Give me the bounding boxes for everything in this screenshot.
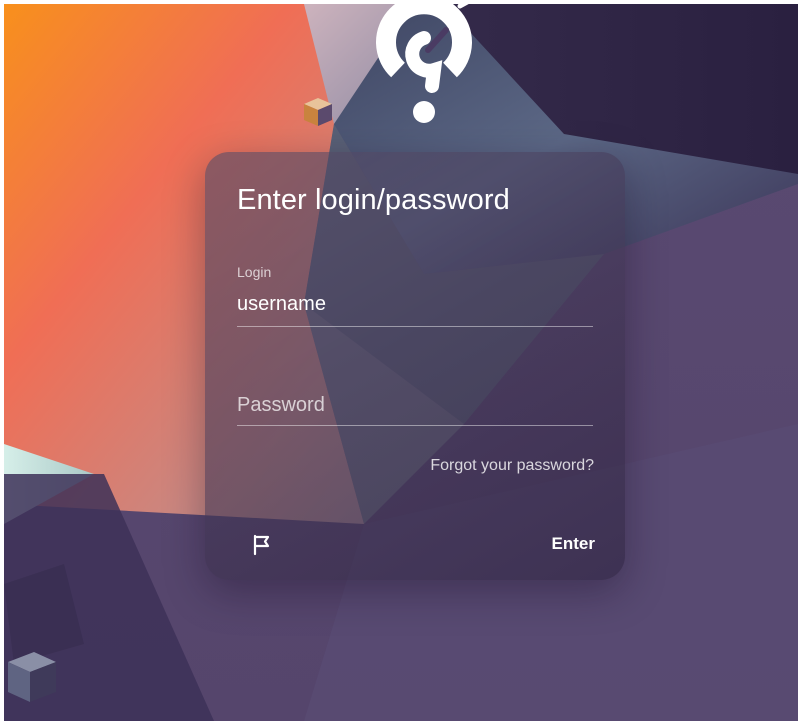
password-input[interactable]	[237, 390, 593, 420]
login-field-underline	[237, 326, 593, 327]
enter-button[interactable]: Enter	[552, 534, 595, 554]
language-flag-button[interactable]	[249, 532, 275, 558]
floating-cube-bottom	[8, 652, 56, 702]
login-page: Enter login/password Login Forgot your p…	[4, 4, 798, 721]
forgot-password-link[interactable]: Forgot your password?	[430, 457, 594, 475]
login-card: Enter login/password Login Forgot your p…	[205, 152, 625, 580]
login-input[interactable]	[237, 290, 593, 318]
brand-logo-icon	[376, 4, 472, 123]
login-field-label: Login	[237, 264, 272, 280]
login-card-title: Enter login/password	[237, 184, 510, 216]
password-field-underline	[237, 425, 593, 426]
flag-icon	[253, 534, 270, 556]
login-field: Login	[237, 264, 593, 327]
floating-cube-top	[304, 98, 332, 126]
password-field	[237, 374, 593, 426]
